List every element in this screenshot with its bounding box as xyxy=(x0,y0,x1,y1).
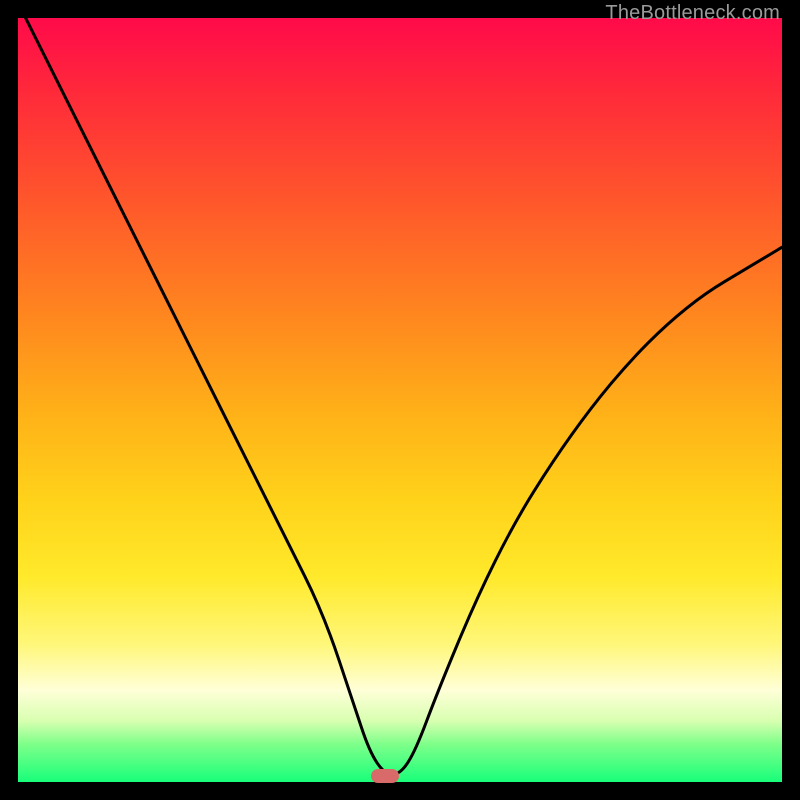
plot-area xyxy=(18,18,782,782)
bottleneck-curve xyxy=(18,18,782,782)
watermark-text: TheBottleneck.com xyxy=(605,2,780,25)
optimum-marker xyxy=(371,769,399,783)
curve-path xyxy=(18,3,782,775)
chart-stage: TheBottleneck.com xyxy=(0,0,800,800)
